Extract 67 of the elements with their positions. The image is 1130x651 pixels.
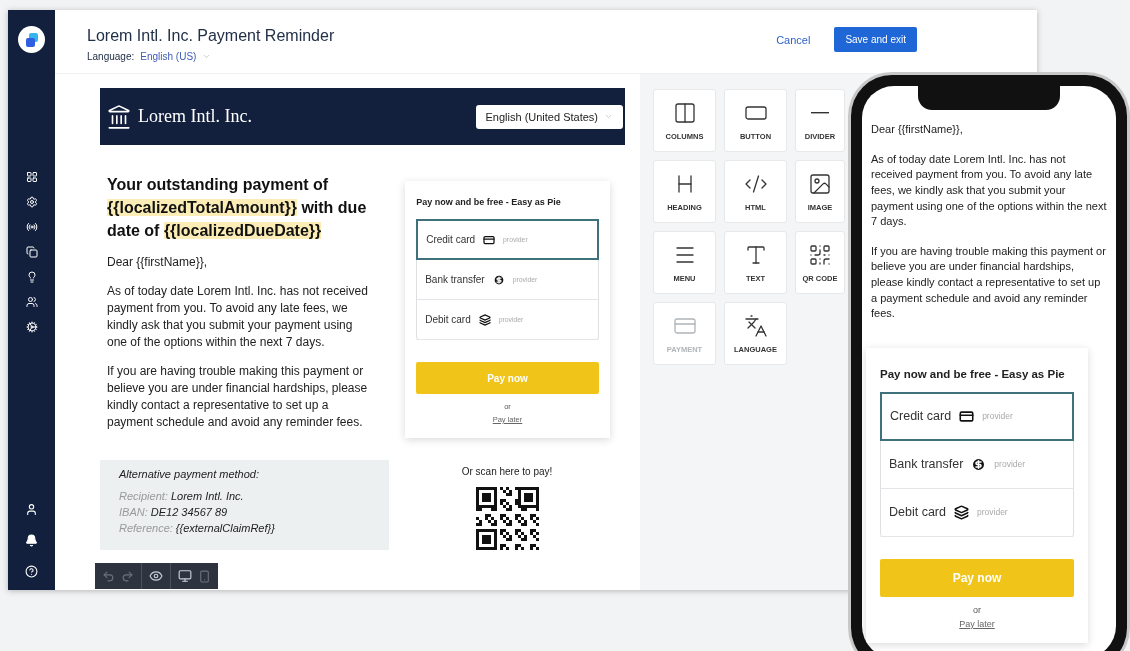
- greeting-text: Dear {{firstName}},: [871, 122, 964, 137]
- provider-label: provider: [982, 411, 1013, 422]
- option-label: Debit card: [425, 314, 471, 325]
- option-label: Debit card: [889, 505, 946, 520]
- qr-caption: Or scan here to pay!: [461, 466, 553, 477]
- payment-title: Pay now and be free - Easy as Pie: [880, 367, 1066, 380]
- users-icon[interactable]: [25, 296, 38, 308]
- greeting-text: Dear {{firstName}},: [107, 254, 209, 271]
- option-label: Credit card: [426, 234, 476, 245]
- field-value: Lorem Intl. Inc.: [170, 489, 244, 504]
- language-label: Language:: [87, 51, 135, 62]
- alternative-title: Alternative payment method:: [119, 468, 261, 480]
- payment-option[interactable]: Debit card provider: [880, 487, 1074, 537]
- provider-label: provider: [977, 507, 1008, 518]
- payment-title: Pay now and be free - Easy as Pie: [416, 197, 562, 207]
- caret-icon: [202, 52, 212, 61]
- credit-card-icon: [483, 233, 496, 246]
- monitor-icon[interactable]: [178, 569, 192, 583]
- brand-name: Lorem Intl. Inc.: [138, 106, 252, 127]
- bank-icon: [106, 103, 132, 130]
- lightbulb-icon[interactable]: [25, 271, 38, 283]
- bell-icon[interactable]: [25, 534, 38, 547]
- field-label: Reference:: [119, 521, 173, 536]
- help-icon[interactable]: [25, 565, 38, 578]
- option-label: Bank transfer: [889, 457, 964, 472]
- qr-code-drawing: [475, 487, 539, 550]
- field-label: Recipient:: [119, 489, 168, 504]
- page-title: Lorem Intl. Inc. Payment Reminder: [87, 27, 335, 45]
- settings-icon[interactable]: [25, 196, 38, 208]
- image-icon: [808, 171, 832, 196]
- field-value: {{externalClaimRef}}: [175, 521, 275, 536]
- dashboard-icon[interactable]: [25, 171, 38, 183]
- columns-icon: [672, 100, 697, 125]
- qr-code-icon: [808, 242, 832, 267]
- dollar-icon: [971, 456, 987, 472]
- redo-icon[interactable]: [121, 569, 134, 583]
- settings-icon[interactable]: [25, 321, 38, 333]
- language-select[interactable]: English (United States): [475, 104, 623, 129]
- or-label: or: [972, 604, 982, 615]
- payment-option[interactable]: Bank transfer provider: [880, 439, 1074, 489]
- minus-icon: [811, 111, 829, 114]
- field-label: IBAN:: [119, 505, 148, 520]
- provider-label: provider: [994, 459, 1026, 470]
- dollar-icon: [492, 273, 505, 286]
- translate-icon: [743, 313, 768, 338]
- body-paragraph: As of today date Lorem Intl. Inc. has not received payment from you. To avoid any late fees, we kindly ask that you submit your payment using one of the options within the next 7 days.: [107, 283, 369, 352]
- payment-option[interactable]: Credit card provider: [880, 391, 1074, 441]
- body-paragraph: As of today date Lorem Intl. Inc. has not received payment from you. To avoid any late fees, we kindly ask that you submit your payment using one of the options within the next 7 days.: [871, 151, 1108, 230]
- body-paragraph: If you are having trouble making this payment or believe you are under financial hardships, please kindly contact a representative to set up a payment schedule and avoid any reminder fees.: [871, 243, 1107, 322]
- eye-icon[interactable]: [149, 569, 163, 583]
- broadcast-icon[interactable]: [25, 221, 38, 233]
- pay-later-link[interactable]: Pay later: [959, 618, 995, 629]
- caret-icon: [604, 112, 613, 121]
- body-paragraph: If you are having trouble making this payment or believe you are under financial hardships, please kindly contact a representative to set up a payment schedule and avoid any reminder fees.: [107, 363, 369, 432]
- credit-card-icon: [959, 408, 975, 424]
- option-label: Credit card: [890, 409, 952, 424]
- user-icon[interactable]: [25, 503, 38, 516]
- undo-icon[interactable]: [102, 569, 115, 583]
- option-label: Bank transfer: [425, 274, 485, 285]
- language-select-value: English (United States): [485, 110, 598, 123]
- logo-icon: [18, 26, 45, 53]
- email-heading: Your outstanding payment of {{localizedTotalAmount}} with due date of {{localizedDueDate}}: [107, 175, 368, 241]
- save-button[interactable]: Save and exit: [834, 27, 917, 52]
- field-value: DE12 34567 89: [150, 505, 228, 520]
- language-dropdown[interactable]: English (US): [140, 51, 197, 62]
- copy-icon[interactable]: [25, 246, 38, 258]
- cancel-button[interactable]: Cancel: [770, 29, 817, 50]
